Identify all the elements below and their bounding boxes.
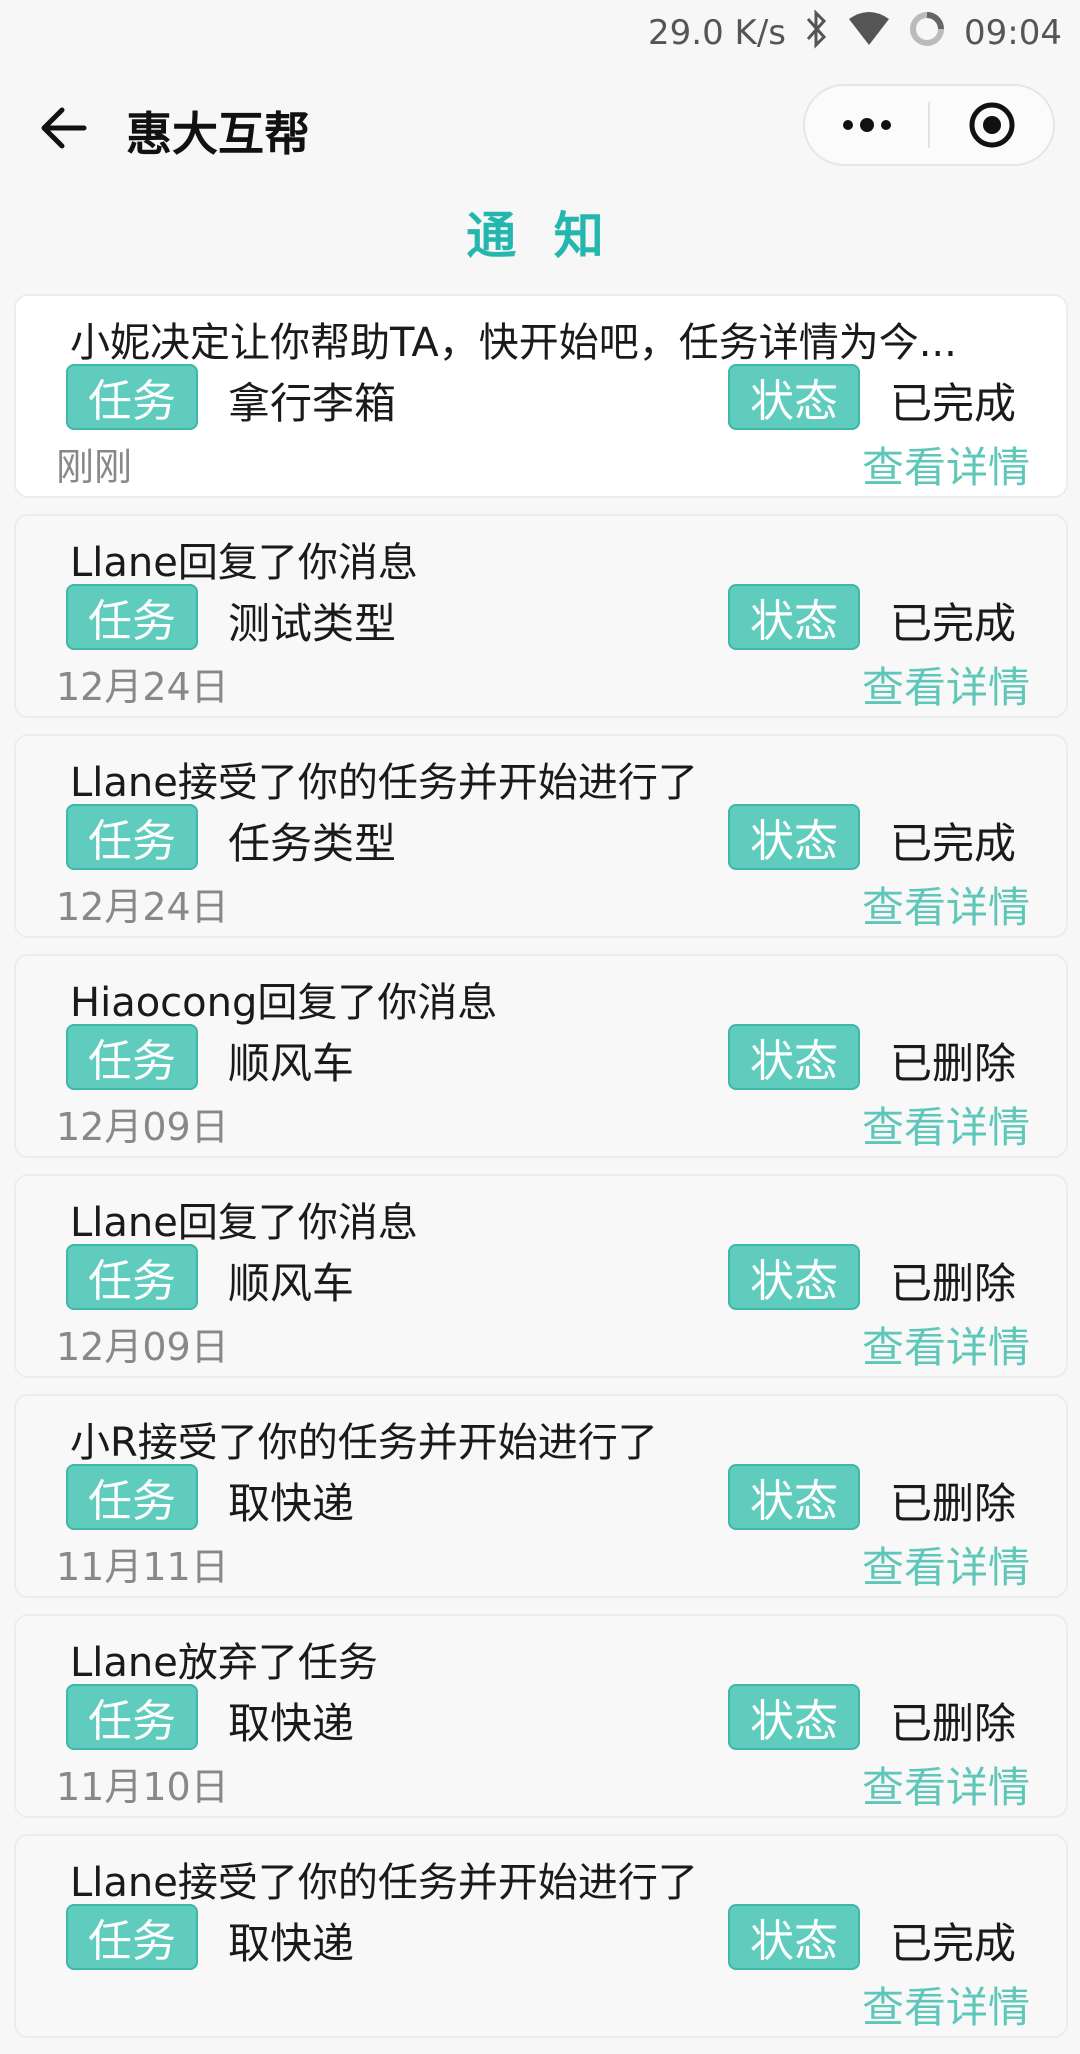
state-value: 已完成 [890, 819, 1017, 868]
state-value: 已完成 [890, 379, 1017, 428]
state-value: 已删除 [890, 1699, 1017, 1748]
notification-card[interactable]: 小R接受了你的任务并开始进行了 任务 取快递 状态 已删除 11月11日 查看详… [14, 1394, 1068, 1598]
state-value: 已删除 [890, 1039, 1017, 1088]
target-circle-icon [969, 102, 1014, 148]
page-heading: 通 知 [466, 207, 614, 265]
loading-icon [908, 10, 946, 57]
notification-date: 刚刚 [56, 445, 133, 489]
notification-message: Hiaocong回复了你消息 [70, 980, 498, 1026]
notification-card[interactable]: Llane接受了你的任务并开始进行了 任务 取快递 状态 已完成 查看详情 [14, 1834, 1068, 2038]
notification-card[interactable]: 小妮决定让你帮助TA，快开始吧，任务详情为今... 任务 拿行李箱 状态 已完成… [14, 294, 1068, 498]
nav-title: 惠大互帮 [126, 107, 310, 161]
view-details-link[interactable]: 查看详情 [862, 434, 1030, 495]
nav-bar: 惠大互帮 [0, 82, 1080, 172]
state-value: 已完成 [890, 599, 1017, 648]
notification-list: 小妮决定让你帮助TA，快开始吧，任务详情为今... 任务 拿行李箱 状态 已完成… [14, 294, 1068, 2054]
state-value: 已完成 [890, 1919, 1017, 1968]
view-details-link[interactable]: 查看详情 [862, 874, 1030, 935]
notification-message: 小R接受了你的任务并开始进行了 [70, 1420, 658, 1466]
view-details-link[interactable]: 查看详情 [862, 1094, 1030, 1155]
bluetooth-icon [804, 8, 830, 58]
miniprogram-capsule [803, 84, 1055, 166]
task-name: 取快递 [228, 1479, 355, 1528]
notification-card[interactable]: Llane回复了你消息 任务 顺风车 状态 已删除 12月09日 查看详情 [14, 1174, 1068, 1378]
network-speed: 29.0 K/s [648, 13, 787, 53]
state-tag: 状态 [728, 1244, 860, 1310]
notification-date: 12月24日 [56, 885, 229, 929]
task-tag: 任务 [66, 1244, 198, 1310]
state-value: 已删除 [890, 1479, 1017, 1528]
wifi-icon [848, 11, 890, 56]
task-tag: 任务 [66, 1024, 198, 1090]
notification-message: Llane放弃了任务 [70, 1640, 378, 1686]
status-bar: 29.0 K/s 09:04 [0, 0, 1080, 66]
task-name: 取快递 [228, 1919, 355, 1968]
task-tag: 任务 [66, 1904, 198, 1970]
task-tag: 任务 [66, 364, 198, 430]
view-details-link[interactable]: 查看详情 [862, 1974, 1030, 2035]
notification-message: Llane接受了你的任务并开始进行了 [70, 1860, 698, 1906]
notification-date: 11月11日 [56, 1545, 229, 1589]
view-details-link[interactable]: 查看详情 [862, 1754, 1030, 1815]
notification-card[interactable]: Llane放弃了任务 任务 取快递 状态 已删除 11月10日 查看详情 [14, 1614, 1068, 1818]
notification-message: 小妮决定让你帮助TA，快开始吧，任务详情为今... [70, 320, 957, 366]
notification-date: 12月09日 [56, 1325, 229, 1369]
back-button[interactable] [36, 100, 92, 156]
close-miniprogram-button[interactable] [930, 86, 1053, 164]
task-tag: 任务 [66, 804, 198, 870]
task-tag: 任务 [66, 584, 198, 650]
state-value: 已删除 [890, 1259, 1017, 1308]
notification-date: 12月09日 [56, 1105, 229, 1149]
notification-date: 11月10日 [56, 1765, 229, 1809]
clock: 09:04 [964, 13, 1062, 53]
notification-card[interactable]: Hiaocong回复了你消息 任务 顺风车 状态 已删除 12月09日 查看详情 [14, 954, 1068, 1158]
notification-message: Llane回复了你消息 [70, 540, 418, 586]
view-details-link[interactable]: 查看详情 [862, 1314, 1030, 1375]
state-tag: 状态 [728, 1904, 860, 1970]
view-details-link[interactable]: 查看详情 [862, 1534, 1030, 1595]
task-name: 拿行李箱 [228, 379, 397, 428]
more-dots-icon [842, 118, 891, 132]
task-name: 顺风车 [228, 1039, 355, 1088]
notification-date: 12月24日 [56, 665, 229, 709]
state-tag: 状态 [728, 584, 860, 650]
task-tag: 任务 [66, 1684, 198, 1750]
more-button[interactable] [805, 86, 928, 164]
task-tag: 任务 [66, 1464, 198, 1530]
notification-card[interactable]: Llane回复了你消息 任务 测试类型 状态 已完成 12月24日 查看详情 [14, 514, 1068, 718]
notification-card[interactable]: Llane接受了你的任务并开始进行了 任务 任务类型 状态 已完成 12月24日… [14, 734, 1068, 938]
back-arrow-icon [41, 107, 87, 149]
state-tag: 状态 [728, 364, 860, 430]
state-tag: 状态 [728, 1024, 860, 1090]
notification-message: Llane接受了你的任务并开始进行了 [70, 760, 698, 806]
task-name: 取快递 [228, 1699, 355, 1748]
state-tag: 状态 [728, 804, 860, 870]
task-name: 测试类型 [228, 599, 397, 648]
task-name: 顺风车 [228, 1259, 355, 1308]
notification-message: Llane回复了你消息 [70, 1200, 418, 1246]
state-tag: 状态 [728, 1464, 860, 1530]
task-name: 任务类型 [228, 819, 397, 868]
view-details-link[interactable]: 查看详情 [862, 654, 1030, 715]
state-tag: 状态 [728, 1684, 860, 1750]
